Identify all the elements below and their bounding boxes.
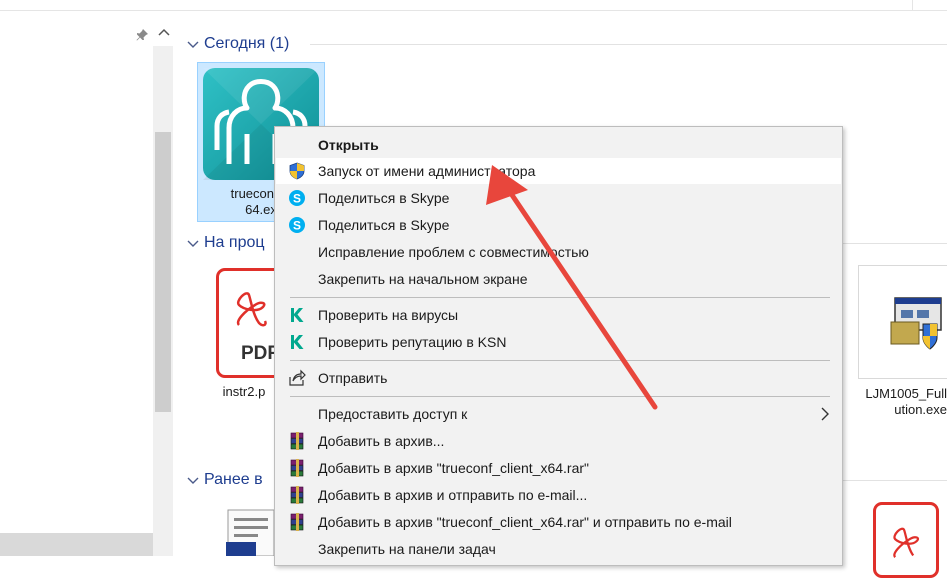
group-divider bbox=[843, 480, 947, 481]
group-header-today[interactable]: Сегодня (1) bbox=[186, 33, 289, 55]
group-label: Ранее в bbox=[204, 471, 263, 488]
menu-item-add-to-archive[interactable]: Добавить в архив... bbox=[276, 428, 841, 454]
menu-item-archive-named-email[interactable]: Добавить в архив "trueconf_client_x64.ra… bbox=[276, 509, 841, 535]
winrar-icon bbox=[290, 486, 304, 504]
kaspersky-icon bbox=[291, 308, 304, 322]
chevron-down-icon bbox=[187, 240, 199, 247]
group-header-earlier[interactable]: Ранее в bbox=[186, 469, 263, 491]
skype-icon: S bbox=[289, 217, 305, 233]
menu-separator bbox=[290, 360, 830, 361]
group-label: На проц bbox=[204, 234, 265, 251]
chevron-down-icon bbox=[187, 477, 199, 484]
file-name-pdf: instr2.p bbox=[222, 384, 266, 399]
chevron-right-icon bbox=[821, 407, 829, 421]
winrar-icon bbox=[290, 432, 304, 450]
menu-item-run-as-admin[interactable]: Запуск от имени администратора bbox=[276, 158, 841, 184]
context-menu: Открыть Запуск от имени администратора S… bbox=[274, 126, 843, 566]
menu-item-pin-taskbar[interactable]: Закрепить на панели задач bbox=[276, 536, 841, 562]
group-divider bbox=[310, 44, 947, 45]
file-name-installer: LJM1005_Full ution.exe bbox=[865, 386, 947, 417]
share-icon bbox=[289, 369, 306, 386]
winrar-icon bbox=[290, 513, 304, 531]
pin-icon[interactable] bbox=[135, 28, 149, 42]
menu-item-add-to-archive-named[interactable]: Добавить в архив "trueconf_client_x64.ra… bbox=[276, 455, 841, 481]
menu-item-archive-email[interactable]: Добавить в архив и отправить по e-mail..… bbox=[276, 482, 841, 508]
acrobat-icon bbox=[893, 527, 920, 558]
chevron-down-icon bbox=[187, 41, 199, 48]
menu-separator bbox=[290, 396, 830, 397]
menu-item-ksn-reputation[interactable]: Проверить репутацию в KSN bbox=[276, 329, 841, 355]
menu-item-virus-scan[interactable]: Проверить на вирусы bbox=[276, 302, 841, 328]
installer-file-tile[interactable] bbox=[858, 265, 947, 379]
column-divider bbox=[912, 0, 913, 10]
menu-separator bbox=[290, 297, 830, 298]
installer-icon bbox=[890, 297, 942, 350]
group-divider bbox=[843, 243, 947, 244]
menu-item-give-access[interactable]: Предоставить доступ к bbox=[276, 401, 841, 427]
menu-item-share-skype-1[interactable]: S Поделиться в Skype bbox=[276, 185, 841, 211]
navigation-pane-footer bbox=[0, 533, 153, 556]
menu-item-share-skype-2[interactable]: S Поделиться в Skype bbox=[276, 212, 841, 238]
group-header-recent[interactable]: На проц bbox=[186, 232, 265, 254]
uac-shield-icon bbox=[289, 162, 305, 180]
pdf-file-icon-2[interactable] bbox=[873, 502, 939, 578]
svg-text:S: S bbox=[293, 219, 301, 233]
svg-text:S: S bbox=[293, 192, 301, 206]
group-label: Сегодня (1) bbox=[204, 35, 290, 52]
menu-item-pin-start[interactable]: Закрепить на начальном экране bbox=[276, 266, 841, 292]
acrobat-icon bbox=[236, 292, 267, 327]
document-icon bbox=[226, 509, 275, 556]
scrollbar-thumb[interactable] bbox=[155, 132, 171, 412]
menu-item-compatibility[interactable]: Исправление проблем с совместимостью bbox=[276, 239, 841, 265]
menu-item-send-to[interactable]: Отправить bbox=[276, 365, 841, 391]
chevron-up-icon[interactable] bbox=[157, 26, 171, 40]
skype-icon: S bbox=[289, 190, 305, 206]
top-divider bbox=[0, 10, 947, 11]
winrar-icon bbox=[290, 459, 304, 477]
kaspersky-icon bbox=[291, 335, 304, 349]
menu-item-open[interactable]: Открыть bbox=[276, 132, 841, 158]
